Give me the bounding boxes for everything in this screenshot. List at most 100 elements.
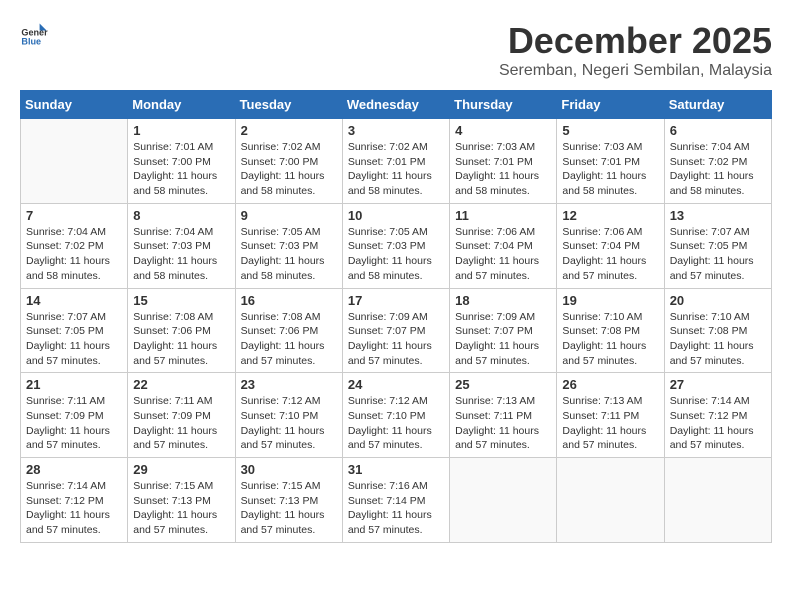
day-info: Sunrise: 7:10 AMSunset: 7:08 PMDaylight:… (670, 310, 766, 369)
calendar-cell: 2 Sunrise: 7:02 AMSunset: 7:00 PMDaylight… (235, 119, 342, 204)
day-info: Sunrise: 7:11 AMSunset: 7:09 PMDaylight:… (26, 394, 122, 453)
day-info: Sunrise: 7:08 AMSunset: 7:06 PMDaylight:… (241, 310, 337, 369)
calendar-cell: 16Sunrise: 7:08 AMSunset: 7:06 PMDayligh… (235, 288, 342, 373)
day-number: 30 (241, 462, 337, 477)
weekday-header: Sunday (21, 91, 128, 119)
calendar-cell: 26 Sunrise: 7:13 AMSunset: 7:11 PMDayligh… (557, 373, 664, 458)
day-info: Sunrise: 7:12 AMSunset: 7:10 PMDaylight:… (348, 394, 444, 453)
calendar-cell (21, 119, 128, 204)
calendar-cell: 29 Sunrise: 7:15 AMSunset: 7:13 PMDayligh… (128, 458, 235, 543)
calendar-cell: 10 Sunrise: 7:05 AMSunset: 7:03 PMDayligh… (342, 203, 449, 288)
title-section: December 2025 Seremban, Negeri Sembilan,… (499, 20, 772, 80)
calendar-cell: 7 Sunrise: 7:04 AMSunset: 7:02 PMDaylight… (21, 203, 128, 288)
weekday-header: Thursday (450, 91, 557, 119)
day-info: Sunrise: 7:09 AMSunset: 7:07 PMDaylight:… (455, 310, 551, 369)
day-number: 8 (133, 208, 229, 223)
calendar-cell: 27Sunrise: 7:14 AMSunset: 7:12 PMDayligh… (664, 373, 771, 458)
day-number: 25 (455, 377, 551, 392)
calendar-cell: 1 Sunrise: 7:01 AMSunset: 7:00 PMDaylight… (128, 119, 235, 204)
month-title: December 2025 (499, 20, 772, 62)
calendar-header-row: SundayMondayTuesdayWednesdayThursdayFrid… (21, 91, 772, 119)
svg-text:Blue: Blue (21, 37, 41, 47)
calendar-cell: 24Sunrise: 7:12 AMSunset: 7:10 PMDayligh… (342, 373, 449, 458)
day-info: Sunrise: 7:07 AMSunset: 7:05 PMDaylight:… (670, 225, 766, 284)
day-info: Sunrise: 7:12 AMSunset: 7:10 PMDaylight:… (241, 394, 337, 453)
page-header: General Blue December 2025 Seremban, Neg… (20, 20, 772, 80)
day-number: 18 (455, 293, 551, 308)
day-info: Sunrise: 7:13 AMSunset: 7:11 PMDaylight:… (562, 394, 658, 453)
day-info: Sunrise: 7:05 AMSunset: 7:03 PMDaylight:… (348, 225, 444, 284)
day-info: Sunrise: 7:05 AMSunset: 7:03 PMDaylight:… (241, 225, 337, 284)
day-number: 27 (670, 377, 766, 392)
day-number: 17 (348, 293, 444, 308)
day-number: 22 (133, 377, 229, 392)
logo: General Blue (20, 20, 48, 48)
location-title: Seremban, Negeri Sembilan, Malaysia (499, 62, 772, 80)
calendar-cell: 21Sunrise: 7:11 AMSunset: 7:09 PMDayligh… (21, 373, 128, 458)
day-info: Sunrise: 7:10 AMSunset: 7:08 PMDaylight:… (562, 310, 658, 369)
day-number: 3 (348, 123, 444, 138)
calendar-week-row: 1 Sunrise: 7:01 AMSunset: 7:00 PMDaylight… (21, 119, 772, 204)
day-number: 1 (133, 123, 229, 138)
day-info: Sunrise: 7:15 AMSunset: 7:13 PMDaylight:… (133, 479, 229, 538)
day-info: Sunrise: 7:06 AMSunset: 7:04 PMDaylight:… (455, 225, 551, 284)
day-info: Sunrise: 7:03 AMSunset: 7:01 PMDaylight:… (455, 140, 551, 199)
calendar-cell: 22 Sunrise: 7:11 AMSunset: 7:09 PMDayligh… (128, 373, 235, 458)
day-info: Sunrise: 7:02 AMSunset: 7:01 PMDaylight:… (348, 140, 444, 199)
day-info: Sunrise: 7:08 AMSunset: 7:06 PMDaylight:… (133, 310, 229, 369)
calendar-cell: 6Sunrise: 7:04 AMSunset: 7:02 PMDaylight… (664, 119, 771, 204)
calendar-cell: 15 Sunrise: 7:08 AMSunset: 7:06 PMDayligh… (128, 288, 235, 373)
day-info: Sunrise: 7:07 AMSunset: 7:05 PMDaylight:… (26, 310, 122, 369)
day-number: 7 (26, 208, 122, 223)
calendar-week-row: 7 Sunrise: 7:04 AMSunset: 7:02 PMDaylight… (21, 203, 772, 288)
day-info: Sunrise: 7:02 AMSunset: 7:00 PMDaylight:… (241, 140, 337, 199)
day-info: Sunrise: 7:04 AMSunset: 7:02 PMDaylight:… (26, 225, 122, 284)
day-number: 4 (455, 123, 551, 138)
day-info: Sunrise: 7:04 AMSunset: 7:03 PMDaylight:… (133, 225, 229, 284)
weekday-header: Wednesday (342, 91, 449, 119)
calendar-cell: 14Sunrise: 7:07 AMSunset: 7:05 PMDayligh… (21, 288, 128, 373)
day-number: 10 (348, 208, 444, 223)
day-info: Sunrise: 7:15 AMSunset: 7:13 PMDaylight:… (241, 479, 337, 538)
day-number: 13 (670, 208, 766, 223)
calendar-cell: 17 Sunrise: 7:09 AMSunset: 7:07 PMDayligh… (342, 288, 449, 373)
calendar-cell: 31Sunrise: 7:16 AMSunset: 7:14 PMDayligh… (342, 458, 449, 543)
day-number: 28 (26, 462, 122, 477)
day-info: Sunrise: 7:11 AMSunset: 7:09 PMDaylight:… (133, 394, 229, 453)
day-number: 20 (670, 293, 766, 308)
calendar-cell: 23 Sunrise: 7:12 AMSunset: 7:10 PMDayligh… (235, 373, 342, 458)
day-number: 2 (241, 123, 337, 138)
day-info: Sunrise: 7:13 AMSunset: 7:11 PMDaylight:… (455, 394, 551, 453)
calendar-cell (557, 458, 664, 543)
day-info: Sunrise: 7:06 AMSunset: 7:04 PMDaylight:… (562, 225, 658, 284)
day-info: Sunrise: 7:14 AMSunset: 7:12 PMDaylight:… (26, 479, 122, 538)
day-number: 26 (562, 377, 658, 392)
calendar-cell: 12 Sunrise: 7:06 AMSunset: 7:04 PMDayligh… (557, 203, 664, 288)
day-number: 23 (241, 377, 337, 392)
calendar-cell: 8 Sunrise: 7:04 AMSunset: 7:03 PMDaylight… (128, 203, 235, 288)
calendar-cell: 30 Sunrise: 7:15 AMSunset: 7:13 PMDayligh… (235, 458, 342, 543)
weekday-header: Tuesday (235, 91, 342, 119)
day-info: Sunrise: 7:03 AMSunset: 7:01 PMDaylight:… (562, 140, 658, 199)
calendar-cell: 25 Sunrise: 7:13 AMSunset: 7:11 PMDayligh… (450, 373, 557, 458)
calendar-table: SundayMondayTuesdayWednesdayThursdayFrid… (20, 90, 772, 543)
day-number: 29 (133, 462, 229, 477)
calendar-week-row: 21Sunrise: 7:11 AMSunset: 7:09 PMDayligh… (21, 373, 772, 458)
day-info: Sunrise: 7:01 AMSunset: 7:00 PMDaylight:… (133, 140, 229, 199)
calendar-week-row: 28 Sunrise: 7:14 AMSunset: 7:12 PMDayligh… (21, 458, 772, 543)
calendar-week-row: 14Sunrise: 7:07 AMSunset: 7:05 PMDayligh… (21, 288, 772, 373)
calendar-cell: 28 Sunrise: 7:14 AMSunset: 7:12 PMDayligh… (21, 458, 128, 543)
calendar-cell: 3 Sunrise: 7:02 AMSunset: 7:01 PMDaylight… (342, 119, 449, 204)
calendar-cell (664, 458, 771, 543)
weekday-header: Monday (128, 91, 235, 119)
calendar-cell: 9Sunrise: 7:05 AMSunset: 7:03 PMDaylight… (235, 203, 342, 288)
day-number: 12 (562, 208, 658, 223)
calendar-cell: 5 Sunrise: 7:03 AMSunset: 7:01 PMDaylight… (557, 119, 664, 204)
day-info: Sunrise: 7:09 AMSunset: 7:07 PMDaylight:… (348, 310, 444, 369)
weekday-header: Friday (557, 91, 664, 119)
day-number: 15 (133, 293, 229, 308)
day-number: 19 (562, 293, 658, 308)
weekday-header: Saturday (664, 91, 771, 119)
day-info: Sunrise: 7:16 AMSunset: 7:14 PMDaylight:… (348, 479, 444, 538)
day-number: 5 (562, 123, 658, 138)
